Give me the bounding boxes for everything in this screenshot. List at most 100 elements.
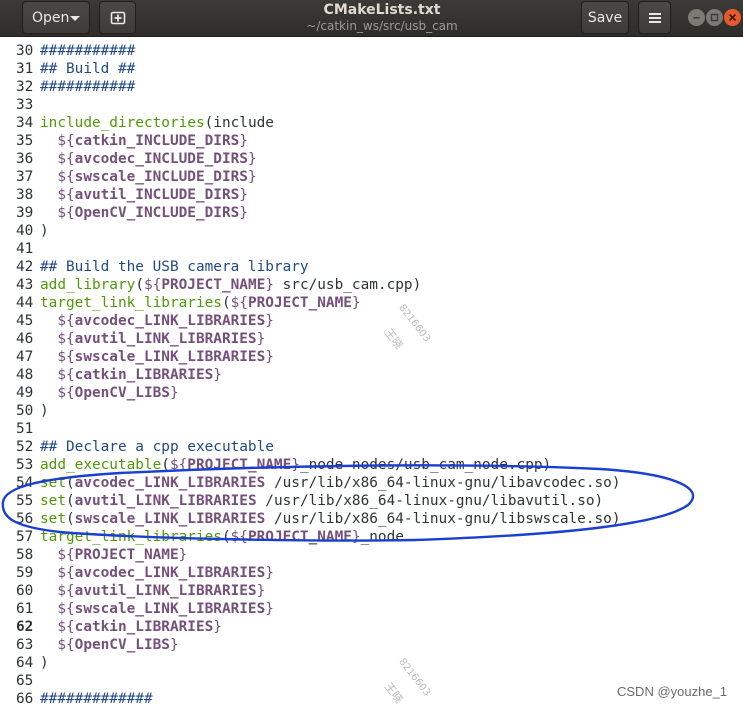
- code-token: ${: [57, 205, 75, 221]
- code-line[interactable]: 61 ${swscale_LINK_LIBRARIES}: [0, 600, 743, 618]
- code-text: set(avcodec_LINK_LIBRARIES /usr/lib/x86_…: [40, 475, 621, 491]
- code-line[interactable]: 38 ${avutil_INCLUDE_DIRS}: [0, 186, 743, 204]
- code-line[interactable]: 49 ${OpenCV_LIBS}: [0, 384, 743, 402]
- code-token: ${: [57, 565, 75, 581]
- line-number: 34: [16, 115, 34, 131]
- code-line[interactable]: 45 ${avcodec_LINK_LIBRARIES}: [0, 312, 743, 330]
- code-token: ): [40, 223, 49, 239]
- code-text: ${OpenCV_LIBS}: [40, 637, 179, 653]
- new-document-button[interactable]: [99, 1, 136, 34]
- code-token: ## Declare a cpp executable: [40, 439, 274, 455]
- code-line[interactable]: 58 ${PROJECT_NAME}: [0, 546, 743, 564]
- line-number: 36: [16, 151, 34, 167]
- line-number: 42: [16, 259, 34, 275]
- code-line[interactable]: 59 ${avcodec_LINK_LIBRARIES}: [0, 564, 743, 582]
- code-token: /usr/lib/x86_64-linux-gnu/libavutil.so): [256, 493, 604, 509]
- code-token: }: [169, 637, 179, 653]
- code-line[interactable]: 51: [0, 420, 743, 438]
- code-token: }: [178, 547, 188, 563]
- code-token: #############: [40, 691, 153, 707]
- code-line[interactable]: 37 ${swscale_INCLUDE_DIRS}: [0, 168, 743, 186]
- code-token: target_link_libraries: [40, 529, 222, 545]
- code-token: (: [135, 277, 144, 293]
- maximize-button[interactable]: [706, 9, 723, 26]
- code-token: }: [213, 619, 222, 635]
- code-token: avutil_LINK_LIBRARIES: [74, 331, 257, 347]
- code-text: set(avutil_LINK_LIBRARIES /usr/lib/x86_6…: [40, 493, 603, 509]
- code-token: avcodec_LINK_LIBRARIES: [74, 475, 266, 491]
- code-line[interactable]: 31 ## Build ##: [0, 60, 743, 78]
- code-token: ): [40, 655, 49, 671]
- code-text: ${PROJECT_NAME}: [40, 547, 187, 563]
- code-editor[interactable]: 30 ########### 31 ## Build ## 32 ########### 3…: [0, 38, 743, 709]
- code-line[interactable]: 52 ## Declare a cpp executable: [0, 438, 743, 456]
- code-token: ${: [169, 457, 188, 473]
- code-token: ${: [57, 151, 75, 167]
- code-line[interactable]: 60 ${avutil_LINK_LIBRARIES}: [0, 582, 743, 600]
- code-line[interactable]: 40): [0, 222, 743, 240]
- line-number: 61: [16, 601, 34, 617]
- code-line[interactable]: 43 add_library(${PROJECT_NAME} src/usb_ca…: [0, 276, 743, 294]
- code-text: ${avutil_LINK_LIBRARIES}: [40, 331, 265, 347]
- code-line[interactable]: 56 set(swscale_LINK_LIBRARIES /usr/lib/x8…: [0, 510, 743, 528]
- code-text: ${avutil_INCLUDE_DIRS}: [40, 187, 248, 203]
- save-button[interactable]: Save: [581, 1, 629, 34]
- code-line[interactable]: 48 ${catkin_LIBRARIES}: [0, 366, 743, 384]
- csdn-credit: CSDN @youzhe_1: [617, 684, 728, 699]
- code-line[interactable]: 41: [0, 240, 743, 258]
- open-button[interactable]: Open: [22, 1, 90, 34]
- code-line[interactable]: 30 ###########: [0, 42, 743, 60]
- code-line[interactable]: 46 ${avutil_LINK_LIBRARIES}: [0, 330, 743, 348]
- code-line[interactable]: 64): [0, 654, 743, 672]
- code-line[interactable]: 53 add_executable(${PROJECT_NAME}_node no…: [0, 456, 743, 474]
- code-text: ${avcodec_LINK_LIBRARIES}: [40, 565, 274, 581]
- code-token: }: [265, 349, 274, 365]
- code-line[interactable]: 32 ###########: [0, 78, 743, 96]
- code-token: avcodec_LINK_LIBRARIES: [74, 565, 266, 581]
- code-token: catkin_LIBRARIES: [74, 367, 214, 383]
- code-token: }: [239, 133, 248, 149]
- code-token: }: [291, 457, 300, 473]
- hamburger-menu-button[interactable]: [638, 1, 671, 34]
- code-line[interactable]: 63 ${OpenCV_LIBS}: [0, 636, 743, 654]
- code-line[interactable]: 54 set(avcodec_LINK_LIBRARIES /usr/lib/x8…: [0, 474, 743, 492]
- minimize-button[interactable]: [688, 9, 705, 26]
- code-line[interactable]: 44 target_link_libraries(${PROJECT_NAME}: [0, 294, 743, 312]
- close-button[interactable]: [724, 9, 741, 26]
- code-text: ## Build ##: [40, 61, 135, 77]
- code-token: PROJECT_NAME: [161, 277, 266, 293]
- code-token: OpenCV_LIBS: [74, 385, 170, 401]
- code-text: ${OpenCV_LIBS}: [40, 385, 178, 401]
- code-line[interactable]: 62 ${catkin_LIBRARIES}: [0, 618, 743, 636]
- code-line[interactable]: 36 ${avcodec_INCLUDE_DIRS}: [0, 150, 743, 168]
- code-token: set: [40, 475, 66, 491]
- code-token: (: [66, 511, 75, 527]
- code-line[interactable]: 55 set(avutil_LINK_LIBRARIES /usr/lib/x86…: [0, 492, 743, 510]
- code-token: ${: [57, 385, 75, 401]
- code-token: /usr/lib/x86_64-linux-gnu/libswscale.so): [265, 511, 621, 527]
- code-line[interactable]: 50): [0, 402, 743, 420]
- code-line[interactable]: 33: [0, 96, 743, 114]
- code-text: ): [40, 403, 49, 419]
- code-line[interactable]: 47 ${swscale_LINK_LIBRARIES}: [0, 348, 743, 366]
- code-line[interactable]: 34 include_directories(include: [0, 114, 743, 132]
- maximize-icon: [710, 13, 719, 22]
- line-number: 55: [16, 493, 34, 509]
- code-text: add_library(${PROJECT_NAME} src/usb_cam.…: [40, 277, 421, 293]
- code-line[interactable]: 57 target_link_libraries(${PROJECT_NAME}_…: [0, 528, 743, 546]
- code-line[interactable]: 39 ${OpenCV_INCLUDE_DIRS}: [0, 204, 743, 222]
- code-line[interactable]: 42 ## Build the USB camera library: [0, 258, 743, 276]
- code-line[interactable]: 35 ${catkin_INCLUDE_DIRS}: [0, 132, 743, 150]
- line-number: 58: [16, 547, 34, 563]
- line-number: 38: [16, 187, 34, 203]
- code-token: avcodec_LINK_LIBRARIES: [74, 313, 266, 329]
- code-text: set(swscale_LINK_LIBRARIES /usr/lib/x86_…: [40, 511, 621, 527]
- line-number: 50: [16, 403, 34, 419]
- line-number: 39: [16, 205, 34, 221]
